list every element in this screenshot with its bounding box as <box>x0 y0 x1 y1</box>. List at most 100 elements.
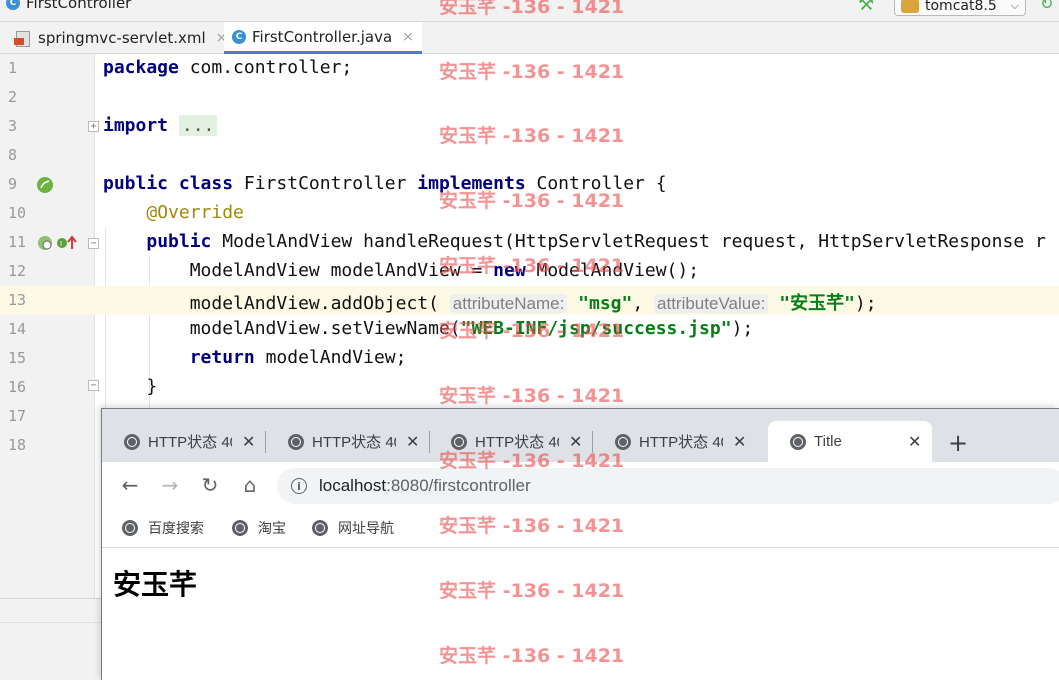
address-bar[interactable]: i localhost:8080/firstcontroller <box>277 468 1059 504</box>
bookmarks-bar: 百度搜索 淘宝 网址导航 <box>102 510 1059 548</box>
keyword: implements <box>417 173 526 194</box>
site-info-icon[interactable]: i <box>291 478 307 494</box>
keyword: return <box>189 347 255 368</box>
page-heading: 安玉芊 <box>113 568 198 601</box>
tab-close-icon[interactable]: ✕ <box>908 432 921 452</box>
browser-tab-http-404-3[interactable]: HTTP状态 404 ✕ <box>429 421 594 462</box>
tab-title: HTTP状态 404 <box>148 434 232 451</box>
bookmark-taobao[interactable]: 淘宝 <box>232 518 286 538</box>
globe-icon <box>451 433 467 450</box>
code-text: } <box>146 376 158 397</box>
annotation: @Override <box>146 202 244 223</box>
code-text: , <box>632 293 655 314</box>
globe-icon <box>312 520 328 536</box>
svg-text:I: I <box>60 240 62 248</box>
keyword: import <box>103 115 169 136</box>
line-number: 17 <box>8 407 27 425</box>
code-text: modelAndView; <box>254 347 407 368</box>
line-number: 9 <box>8 175 18 193</box>
tab-close-icon[interactable]: × <box>402 29 414 45</box>
code-text: ); <box>854 293 877 314</box>
code-line-14: 14 modelAndView.setViewName("WEB-INF/jsp… <box>0 315 1059 344</box>
tab-title: Title <box>814 433 842 450</box>
code-text: ); <box>731 318 754 339</box>
run-configuration-label: tomcat8.5 <box>925 0 997 14</box>
home-icon[interactable]: ⌂ <box>237 472 263 498</box>
line-number: 11 <box>8 233 27 251</box>
ide-navigation-bar: C FirstController ⚒ tomcat8.5 ⌵ ↻ <box>0 0 1059 22</box>
tab-close-icon[interactable]: ✕ <box>406 432 419 452</box>
tab-close-icon[interactable]: ✕ <box>242 432 255 452</box>
tab-close-icon[interactable]: ✕ <box>733 432 746 452</box>
tab-close-icon[interactable]: ✕ <box>569 432 582 452</box>
code-line-12: 12 ModelAndView modelAndView = new Model… <box>0 257 1059 286</box>
breadcrumb-label: FirstController <box>26 0 132 12</box>
code-line-3: 3 + import ... <box>0 112 1059 141</box>
override-method-icon[interactable]: I <box>56 234 78 252</box>
editor-tab-bar: springmvc-servlet.xml × C FirstControlle… <box>0 22 1059 54</box>
code-text: ModelAndView modelAndView = <box>189 260 494 281</box>
breadcrumb[interactable]: C FirstController <box>6 0 131 12</box>
tab-title: HTTP状态 404 <box>639 434 723 451</box>
chevron-down-icon: ⌵ <box>1010 0 1019 12</box>
browser-window: HTTP状态 404 ✕ HTTP状态 404 ✕ HTTP状态 404 ✕ H… <box>101 408 1059 680</box>
new-tab-button[interactable]: + <box>948 429 968 457</box>
parameter-hint: attributeValue: <box>654 294 769 313</box>
code-text: com.controller; <box>178 57 353 78</box>
class-icon: C <box>232 29 246 44</box>
code-line-8: 8 <box>0 141 1059 170</box>
string-literal: "WEB-INF/jsp/success.jsp" <box>460 318 732 339</box>
bookmark-label: 淘宝 <box>258 521 286 537</box>
parameter-hint: attributeName: <box>449 294 568 313</box>
run-configuration-dropdown[interactable]: tomcat8.5 ⌵ <box>894 0 1026 16</box>
bookmark-baidu-search[interactable]: 百度搜索 <box>122 518 204 538</box>
back-arrow-icon[interactable]: ← <box>117 472 143 498</box>
tab-springmvc-servlet-xml[interactable]: springmvc-servlet.xml × <box>6 22 235 54</box>
build-hammer-icon[interactable]: ⚒ <box>858 0 880 15</box>
keyword: public class <box>103 173 234 194</box>
code-text: ModelAndView(); <box>525 260 700 281</box>
code-text: modelAndView.addObject( <box>189 293 439 314</box>
globe-icon <box>124 433 140 450</box>
bean-icon[interactable] <box>36 176 54 194</box>
string-literal: "msg" <box>578 293 633 314</box>
browser-toolbar: ← → ↻ ⌂ i localhost:8080/firstcontroller <box>102 462 1059 510</box>
code-text: ModelAndView handleRequest(HttpServletRe… <box>211 231 1046 252</box>
browser-tab-strip: HTTP状态 404 ✕ HTTP状态 404 ✕ HTTP状态 404 ✕ H… <box>102 409 1059 462</box>
line-number: 1 <box>8 59 18 77</box>
browser-tab-http-404-1[interactable]: HTTP状态 404 ✕ <box>102 421 267 462</box>
code-text: FirstController <box>233 173 418 194</box>
browser-tab-http-404-4[interactable]: HTTP状态 404 ✕ <box>593 421 756 462</box>
line-number: 14 <box>8 320 27 338</box>
browser-tab-http-404-2[interactable]: HTTP状态 404 ✕ <box>266 421 431 462</box>
code-text: Controller { <box>525 173 667 194</box>
line-number: 15 <box>8 349 27 367</box>
globe-icon <box>288 433 304 450</box>
url-host: localhost <box>319 476 387 495</box>
tab-label: FirstController.java <box>252 27 393 46</box>
browser-tab-title-active[interactable]: Title ✕ <box>768 421 932 462</box>
code-text: modelAndView.setViewName( <box>189 318 461 339</box>
keyword: package <box>103 57 179 78</box>
fold-expand-icon[interactable]: + <box>88 121 99 132</box>
globe-icon <box>122 520 138 536</box>
url-path: :8080/firstcontroller <box>386 476 531 495</box>
tomcat-icon <box>901 0 919 13</box>
web-endpoint-icon[interactable] <box>36 234 54 252</box>
code-line-15: 15 return modelAndView; <box>0 344 1059 373</box>
class-icon: C <box>6 0 20 10</box>
forward-arrow-icon[interactable]: → <box>157 472 183 498</box>
folded-imports[interactable]: ... <box>178 115 218 136</box>
fold-end-icon[interactable]: − <box>88 380 99 391</box>
tab-firstcontroller-java[interactable]: C FirstController.java × <box>224 22 422 54</box>
code-line-16: 16 − } <box>0 373 1059 402</box>
code-line-11: 11 I − public ModelAndView handleRequest… <box>0 228 1059 257</box>
fold-collapse-icon[interactable]: − <box>88 238 99 249</box>
line-number: 2 <box>8 88 18 106</box>
keyword: new <box>493 260 526 281</box>
toolbar-overflow-icon[interactable]: ↻ <box>1040 0 1053 13</box>
page-content: 安玉芊 <box>102 549 1059 680</box>
tab-title: HTTP状态 404 <box>312 434 396 451</box>
bookmark-site-navigation[interactable]: 网址导航 <box>312 518 394 538</box>
reload-icon[interactable]: ↻ <box>197 472 223 498</box>
